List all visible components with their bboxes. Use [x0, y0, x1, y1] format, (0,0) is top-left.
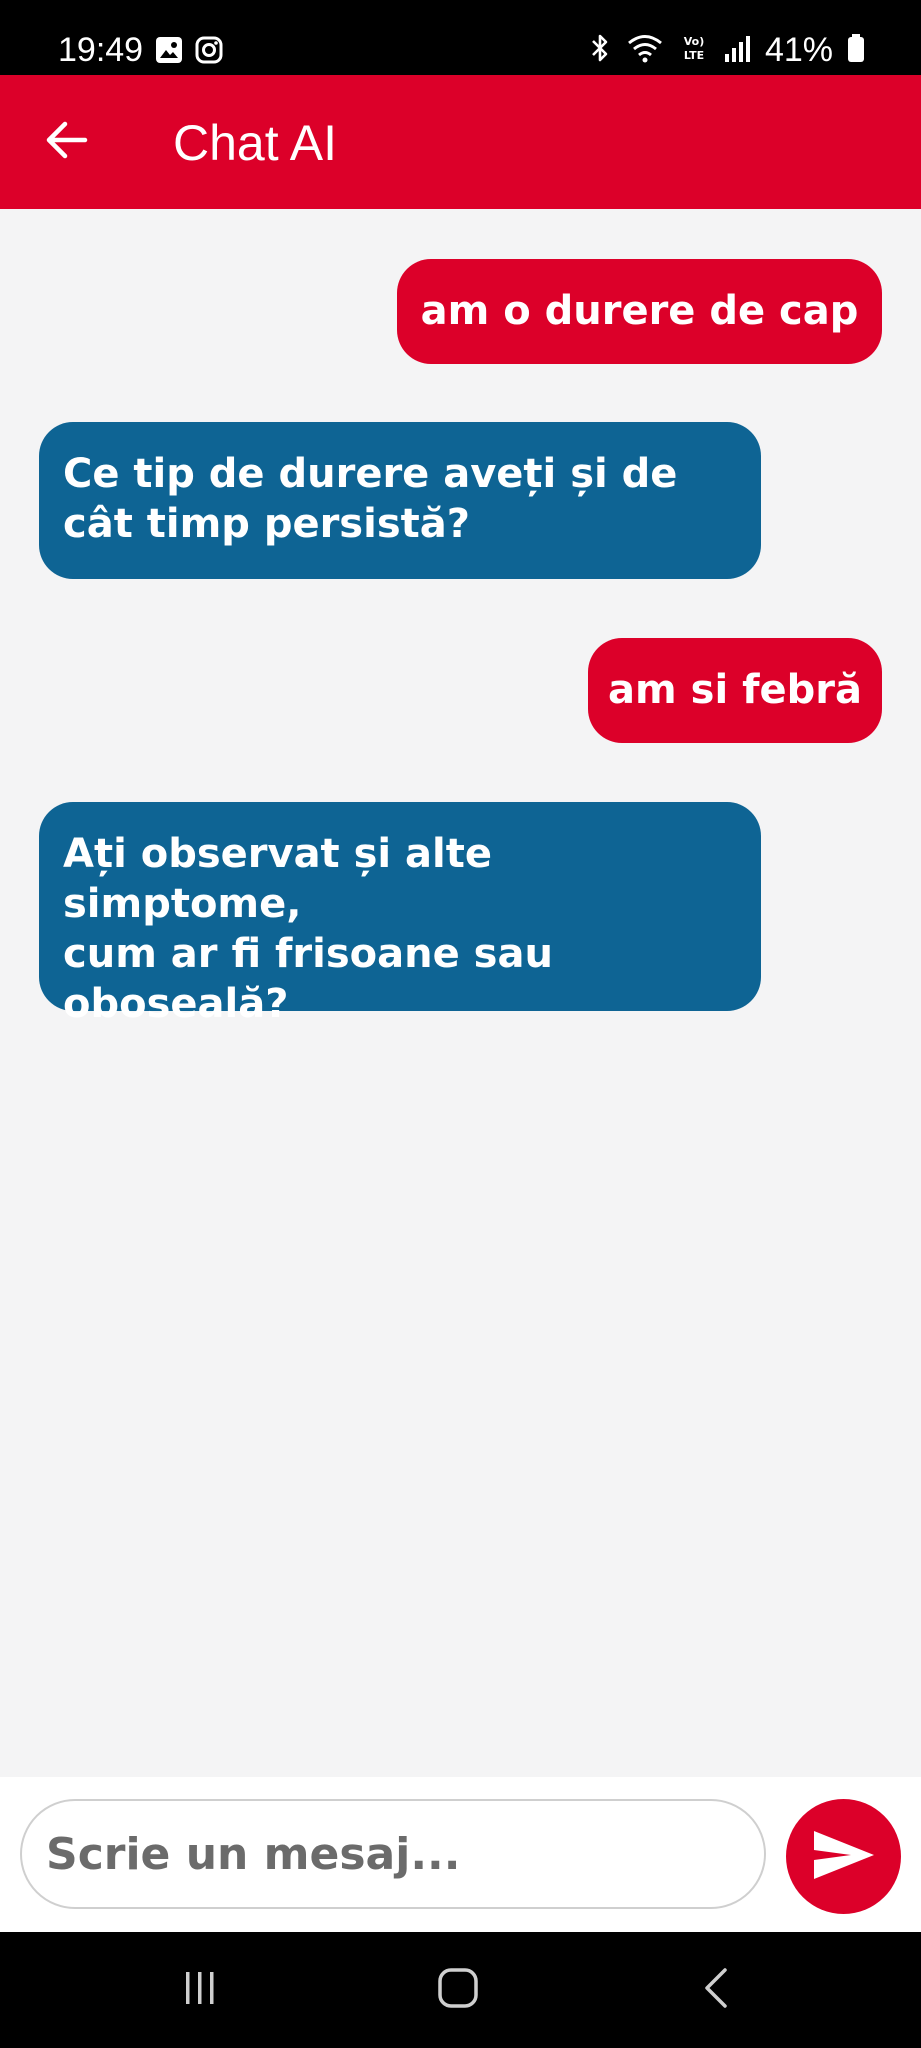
battery-percentage: 41%: [764, 31, 833, 69]
signal-icon: [723, 32, 751, 68]
arrow-left-icon: [45, 120, 89, 164]
back-button[interactable]: [40, 115, 94, 169]
message-composer: [0, 1777, 921, 1932]
message-input[interactable]: [20, 1799, 766, 1909]
volte-icon: Vo) LTE: [679, 32, 709, 68]
status-bar: 19:49 Vo) LTE 41%: [0, 0, 921, 75]
svg-text:LTE: LTE: [684, 49, 704, 62]
system-navigation-bar: [0, 1932, 921, 2048]
page-title: Chat AI: [173, 115, 337, 171]
wifi-icon: [625, 32, 665, 68]
back-icon: [701, 1966, 731, 2014]
recents-button[interactable]: [170, 1962, 230, 2018]
recents-icon: [180, 1968, 220, 2012]
send-icon: [811, 1828, 877, 1886]
user-message-bubble: am o durere de cap: [397, 259, 882, 364]
bot-message-bubble: Ce tip de durere aveți și de cât timp pe…: [39, 422, 761, 579]
battery-icon: [847, 32, 865, 68]
chat-message-list[interactable]: am o durere de cap Ce tip de durere aveț…: [0, 209, 921, 1777]
user-message-bubble: am si febră: [588, 638, 882, 743]
home-button[interactable]: [428, 1962, 488, 2018]
status-system-icons: Vo) LTE 41%: [589, 30, 865, 70]
bluetooth-icon: [589, 32, 611, 68]
app-bar: Chat AI: [0, 75, 921, 209]
status-notification-icons: [155, 36, 223, 68]
bot-message-bubble: Ați observat și alte simptome, cum ar fi…: [39, 802, 761, 1027]
system-back-button[interactable]: [686, 1962, 746, 2018]
instagram-icon: [195, 36, 223, 68]
gallery-icon: [155, 36, 183, 68]
home-icon: [436, 1966, 480, 2014]
send-button[interactable]: [786, 1799, 901, 1914]
svg-text:Vo): Vo): [684, 35, 705, 48]
status-time: 19:49: [58, 31, 144, 69]
